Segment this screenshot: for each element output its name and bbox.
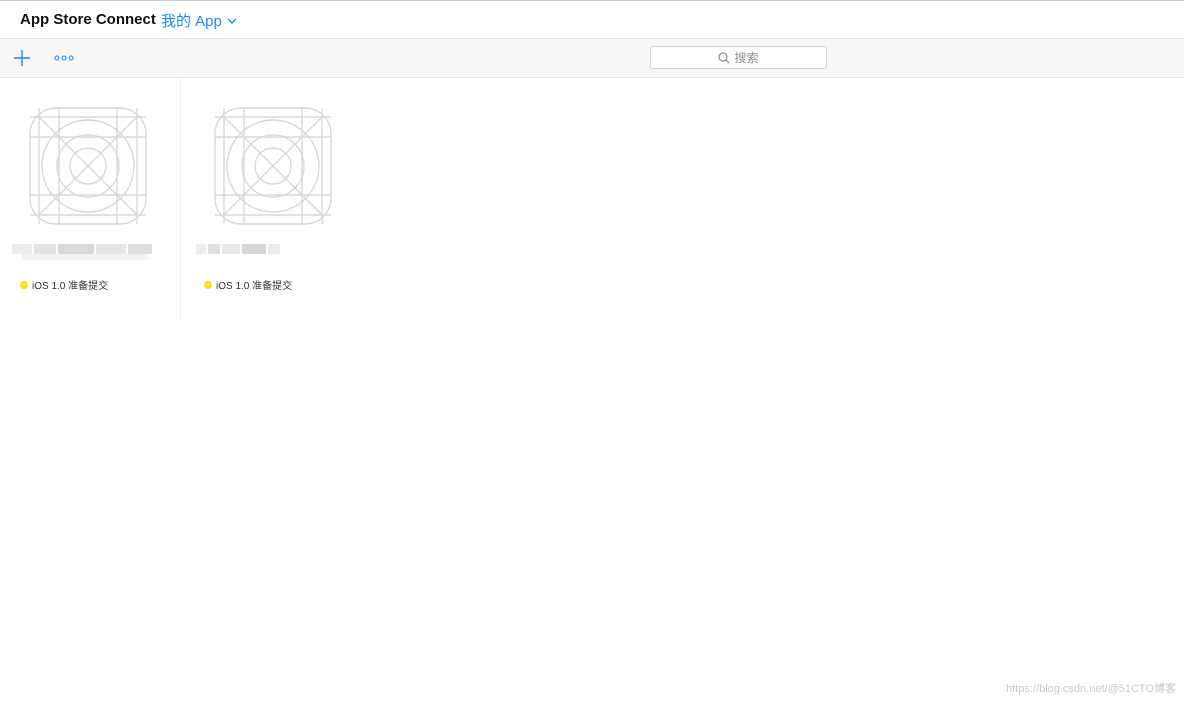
status-dot <box>20 280 28 289</box>
add-app-button[interactable] <box>11 47 33 69</box>
app-name-redacted <box>12 242 152 260</box>
status-text: iOS 1.0 准备提交 <box>32 281 109 292</box>
plus-icon <box>14 50 30 66</box>
app-placeholder-icon <box>29 107 147 225</box>
watermark: https://blog.csdn.net/@51CTO博客 <box>1006 683 1176 695</box>
status-text: iOS 1.0 准备提交 <box>216 281 293 292</box>
chevron-down-icon <box>227 18 237 24</box>
app-header: App Store Connect 我的 App <box>0 1 1184 39</box>
app-status: iOS 1.0 准备提交 <box>204 277 292 292</box>
search-placeholder: 搜索 <box>734 51 759 65</box>
app-placeholder-icon <box>214 107 332 225</box>
section-dropdown[interactable]: 我的 App <box>161 10 237 31</box>
app-status: iOS 1.0 准备提交 <box>20 277 108 292</box>
app-card[interactable]: iOS 1.0 准备提交 <box>0 79 181 319</box>
ellipsis-icon <box>54 55 74 61</box>
section-label: 我的 App <box>161 13 222 30</box>
more-actions-button[interactable] <box>53 47 75 69</box>
app-card[interactable]: iOS 1.0 准备提交 <box>182 79 366 319</box>
search-icon <box>718 51 730 63</box>
status-dot <box>204 280 212 289</box>
search-field[interactable]: 搜索 <box>650 46 827 69</box>
brand-title: App Store Connect <box>20 11 156 28</box>
app-name-redacted <box>196 242 280 260</box>
toolbar: 搜索 <box>0 39 1184 78</box>
